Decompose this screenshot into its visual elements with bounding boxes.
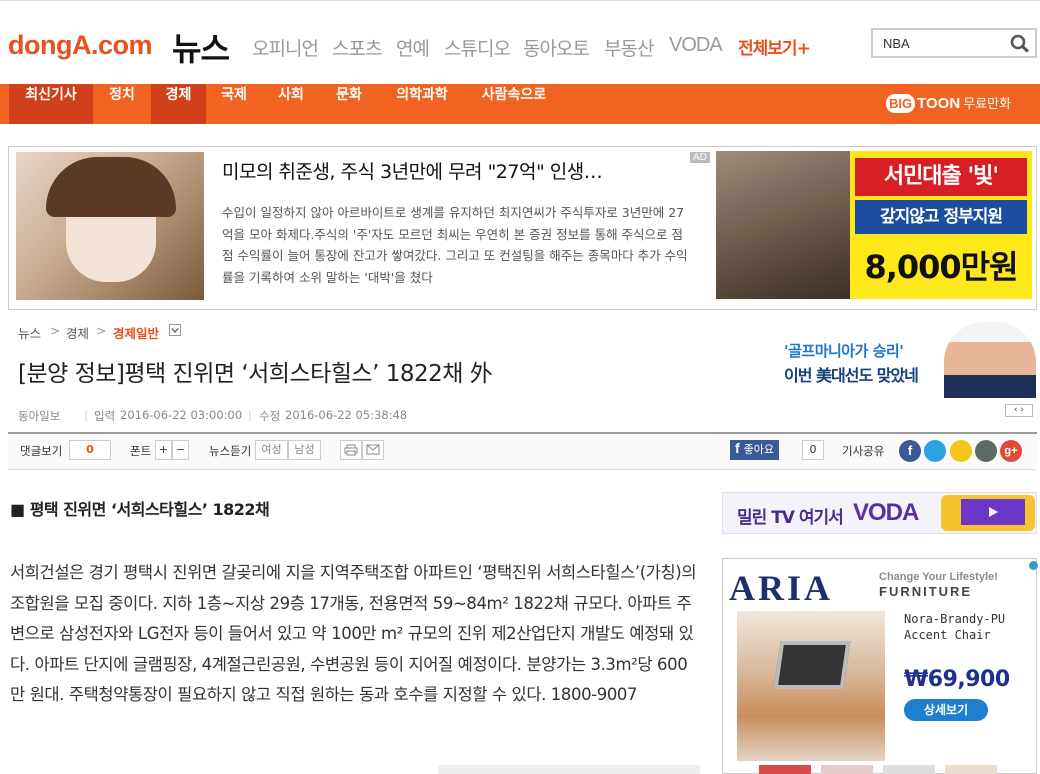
bigtoon-link[interactable]: BIG TOON 무료만화 xyxy=(886,93,1011,115)
ad-headline[interactable]: 미모의 취준생, 주식 3년만에 무려 "27억" 인생… xyxy=(222,157,603,184)
email-icon[interactable] xyxy=(362,440,384,460)
listen-label: 뉴스듣기 xyxy=(209,444,252,458)
ad-aria-furniture[interactable]: ARIA Change Your Lifestyle! FURNITURE No… xyxy=(722,558,1038,774)
ad-aria-brand: ARIA xyxy=(729,568,834,608)
ad-badge: AD xyxy=(690,152,710,163)
font-decrease-button[interactable]: − xyxy=(172,440,189,460)
nav-all-label: 전체보기 xyxy=(738,39,798,59)
article-source: 동아일보 xyxy=(18,409,61,423)
nav-all-button[interactable]: 전체보기+ xyxy=(738,34,811,59)
ad-aria-thumb[interactable] xyxy=(945,765,997,774)
ad-aria-tagline: Change Your Lifestyle! xyxy=(879,571,998,583)
ad-election-line2: 이번 美대선도 맞았네 xyxy=(784,366,919,385)
article-input-label: 입력 xyxy=(94,409,116,423)
ad-voda-brand: VODA xyxy=(853,499,919,526)
nav-real-estate[interactable]: 부동산 xyxy=(604,34,654,61)
ad-loan-line1: 서민대출 '빛' xyxy=(855,158,1027,196)
ad-aria-detail-button[interactable]: 상세보기 xyxy=(904,699,988,721)
nav-all-plus: + xyxy=(796,39,811,59)
like-label: 좋아요 xyxy=(743,443,775,456)
ad-aria-furniture-label: FURNITURE xyxy=(879,584,973,599)
font-increase-button[interactable]: + xyxy=(155,440,172,460)
next-section-strip xyxy=(438,765,700,774)
facebook-like-button[interactable]: f 좋아요 xyxy=(730,440,780,460)
nav-entertainment[interactable]: 연예 xyxy=(396,34,430,61)
tab-international[interactable]: 국제 xyxy=(206,84,262,124)
ad-loan-line2: 갚지않고 정부지원 xyxy=(855,200,1027,234)
nav-studio[interactable]: 스튜디오 xyxy=(444,34,511,61)
facebook-icon: f xyxy=(735,440,740,456)
search-icon[interactable] xyxy=(1009,33,1031,53)
breadcrumb-sep: > xyxy=(96,323,107,338)
article-modified-time: 2016-06-22 05:38:48 xyxy=(285,408,408,422)
article-body: 서희건설은 경기 평택시 진위면 갈곶리에 지을 지역주택조합 아파트인 ‘평택… xyxy=(10,563,697,704)
voice-female-button[interactable]: 여성 xyxy=(255,440,288,460)
tab-politics[interactable]: 정치 xyxy=(93,84,151,124)
meta-divider: | xyxy=(84,408,88,422)
article-subhead: ■ 평택 진위면 ‘서희스타힐스’ 1822채 xyxy=(10,500,270,519)
breadcrumb-sep: > xyxy=(50,323,61,338)
comments-count[interactable]: 0 xyxy=(69,440,111,460)
breadcrumb-news[interactable]: 뉴스 xyxy=(18,323,41,342)
ad-loan-amount: 8,000만원 xyxy=(864,248,1018,286)
voice-male-button[interactable]: 남성 xyxy=(288,440,321,460)
bigtoon-label: 무료만화 xyxy=(963,97,1012,112)
ad-voda-banner[interactable]: 밀린 TV 여기서 VODA xyxy=(722,492,1037,534)
share-kakaostory-icon[interactable] xyxy=(950,440,972,462)
article-input-time: 2016-06-22 03:00:00 xyxy=(120,408,243,422)
font-label: 폰트 xyxy=(130,444,152,458)
ad-body-text[interactable]: 수입이 일정하지 않아 아르바이트로 생계를 유지하던 최지연씨가 주식투자로 … xyxy=(222,202,692,302)
breadcrumb-economy[interactable]: 경제 xyxy=(66,323,89,342)
ad-aria-product-name-2: Accent Chair xyxy=(904,628,991,642)
nav-opinion[interactable]: 오피니언 xyxy=(252,34,319,61)
ad-aria-thumb[interactable] xyxy=(821,765,873,774)
chevron-down-icon[interactable] xyxy=(169,324,181,336)
nav-sports[interactable]: 스포츠 xyxy=(332,34,382,61)
share-band-icon[interactable] xyxy=(975,440,997,462)
tab-society[interactable]: 사회 xyxy=(262,84,320,124)
ad-voda-text: 밀린 TV 여기서 xyxy=(737,508,844,528)
like-count: 0 xyxy=(802,440,824,460)
share-facebook-icon[interactable]: f xyxy=(899,440,921,462)
tab-people[interactable]: 사람속으로 xyxy=(466,84,562,124)
ad-election[interactable]: '골프마니아가 승리' 이번 美대선도 맞았네 ‹ › xyxy=(700,320,1040,417)
article-headline: [분양 정보]평택 진위면 ‘서희스타힐스’ 1822채 外 xyxy=(18,361,493,387)
ad-election-line1: '골프마니아가 승리' xyxy=(784,342,904,360)
search-box xyxy=(871,28,1037,58)
ad-nav-arrows[interactable]: ‹ › xyxy=(1005,404,1033,417)
search-input[interactable] xyxy=(873,30,1003,56)
play-icon xyxy=(989,507,998,517)
ad-portrait-image[interactable] xyxy=(16,152,204,300)
tab-culture[interactable]: 문화 xyxy=(320,84,378,124)
bigtoon-big: BIG xyxy=(886,94,916,113)
print-icon[interactable] xyxy=(340,440,362,460)
breadcrumb-current[interactable]: 경제일반 xyxy=(113,323,159,342)
bigtoon-toon: TOON xyxy=(917,95,961,112)
ad-election-portrait xyxy=(944,322,1036,398)
site-logo[interactable]: dongA.com xyxy=(8,30,153,61)
ad-aria-product-name-1: Nora-Brandy-PU xyxy=(904,612,1006,626)
article-modified-label: 수정 xyxy=(259,409,281,423)
tab-economy[interactable]: 경제 xyxy=(151,84,206,124)
ad-voda-tv-image xyxy=(941,495,1035,531)
nav-donga-auto[interactable]: 동아오토 xyxy=(523,34,590,61)
ad-crying-photo[interactable] xyxy=(716,151,850,299)
ad-aria-thumb[interactable] xyxy=(759,765,811,774)
share-googleplus-icon[interactable]: g+ xyxy=(1000,440,1022,462)
tab-latest[interactable]: 최신기사 xyxy=(9,84,93,124)
share-label: 기사공유 xyxy=(842,444,885,458)
section-logo[interactable]: 뉴스 xyxy=(172,24,230,70)
ad-aria-thumb[interactable] xyxy=(883,765,935,774)
ad-aria-product-image[interactable] xyxy=(737,611,885,761)
meta-divider: | xyxy=(248,408,252,422)
comments-label[interactable]: 댓글보기 xyxy=(20,443,62,459)
nav-voda[interactable]: VODA xyxy=(669,34,723,57)
ad-info-icon[interactable] xyxy=(1029,561,1038,570)
ad-aria-price: ₩69,900 xyxy=(904,667,1010,692)
tab-science[interactable]: 의학과학 xyxy=(378,84,466,124)
share-twitter-icon[interactable] xyxy=(924,440,946,462)
